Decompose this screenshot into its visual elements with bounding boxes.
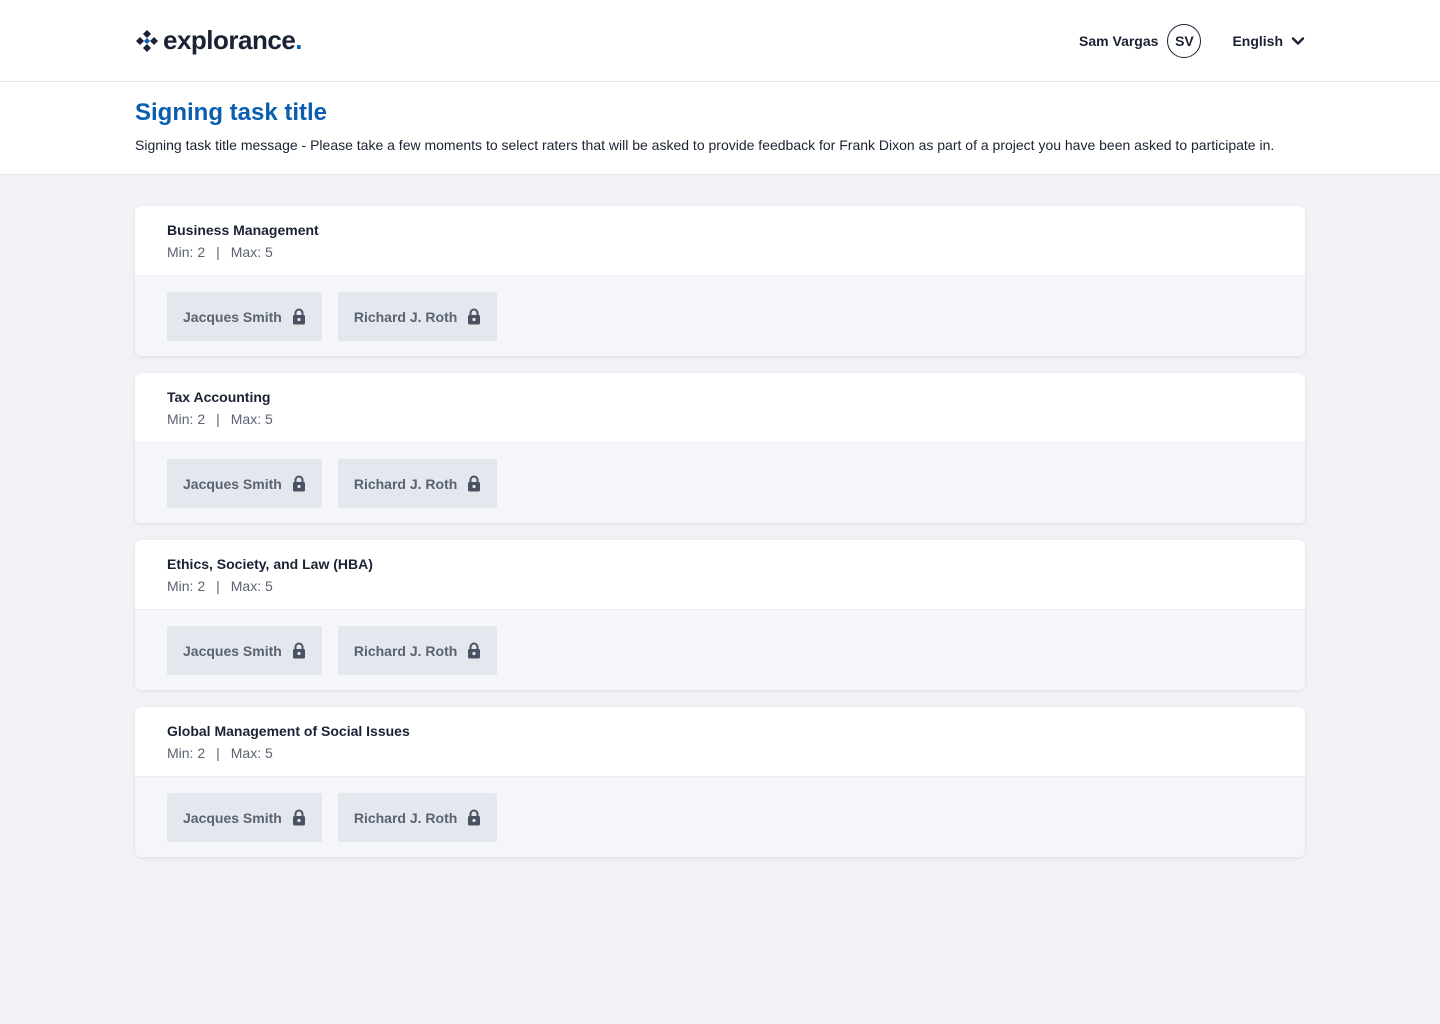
min-count: Min: 2 [167, 244, 206, 260]
rater-group-card: Global Management of Social Issues Min: … [135, 707, 1305, 857]
rater-group-card: Ethics, Society, and Law (HBA) Min: 2 | … [135, 540, 1305, 690]
limit-separator: | [216, 411, 220, 427]
rater-name: Jacques Smith [183, 642, 282, 659]
max-count: Max: 5 [230, 578, 273, 594]
avatar[interactable]: SV [1167, 23, 1202, 58]
rater-chip[interactable]: Jacques Smith [167, 626, 322, 675]
group-limits: Min: 2 | Max: 5 [167, 578, 1273, 594]
card-header: Business Management Min: 2 | Max: 5 [135, 206, 1305, 275]
rater-chip[interactable]: Richard J. Roth [337, 459, 498, 508]
lock-icon [468, 809, 481, 826]
limit-separator: | [216, 244, 220, 260]
limit-separator: | [216, 745, 220, 761]
max-count: Max: 5 [230, 244, 273, 260]
language-label: English [1232, 32, 1283, 49]
rater-list: Jacques Smith Richard J. Roth [135, 776, 1305, 857]
rater-name: Jacques Smith [183, 809, 282, 826]
explorance-logo[interactable]: explorance. [135, 25, 303, 56]
limit-separator: | [216, 578, 220, 594]
max-count: Max: 5 [230, 745, 273, 761]
language-selector[interactable]: English [1232, 33, 1305, 49]
rater-name: Richard J. Roth [353, 308, 458, 325]
card-header: Ethics, Society, and Law (HBA) Min: 2 | … [135, 540, 1305, 609]
rater-list: Jacques Smith Richard J. Roth [135, 609, 1305, 690]
lock-icon [468, 308, 481, 325]
header-right: Sam Vargas SV English [1079, 23, 1305, 58]
group-title: Global Management of Social Issues [167, 723, 410, 739]
group-title: Ethics, Society, and Law (HBA) [167, 556, 373, 572]
max-count: Max: 5 [230, 411, 273, 427]
rater-group-card: Tax Accounting Min: 2 | Max: 5 Jacques S… [135, 373, 1305, 523]
rater-groups: Business Management Min: 2 | Max: 5 Jacq… [0, 175, 1440, 857]
min-count: Min: 2 [167, 578, 206, 594]
card-header: Global Management of Social Issues Min: … [135, 707, 1305, 776]
rater-chip[interactable]: Jacques Smith [167, 292, 322, 341]
rater-name: Richard J. Roth [353, 642, 458, 659]
page-message: Signing task title message - Please take… [135, 137, 1275, 153]
lock-icon [468, 642, 481, 659]
chevron-down-icon [1291, 36, 1305, 45]
rater-chip[interactable]: Richard J. Roth [337, 292, 498, 341]
lock-icon [292, 809, 305, 826]
rater-list: Jacques Smith Richard J. Roth [135, 275, 1305, 356]
rater-name: Jacques Smith [183, 475, 282, 492]
user-name[interactable]: Sam Vargas [1079, 33, 1158, 49]
page-header: Signing task title Signing task title me… [0, 82, 1440, 175]
logo-mark-icon [136, 29, 158, 52]
min-count: Min: 2 [167, 745, 206, 761]
lock-icon [292, 642, 305, 659]
group-limits: Min: 2 | Max: 5 [167, 745, 1273, 761]
group-title: Tax Accounting [167, 389, 271, 405]
page-title: Signing task title [135, 99, 328, 126]
group-title: Business Management [167, 222, 319, 238]
logo-text: explorance. [163, 25, 303, 55]
top-bar: explorance. Sam Vargas SV English [0, 0, 1440, 82]
rater-name: Richard J. Roth [353, 475, 458, 492]
card-header: Tax Accounting Min: 2 | Max: 5 [135, 373, 1305, 442]
rater-chip[interactable]: Richard J. Roth [337, 793, 498, 842]
group-limits: Min: 2 | Max: 5 [167, 411, 1273, 427]
rater-name: Richard J. Roth [353, 809, 458, 826]
rater-group-card: Business Management Min: 2 | Max: 5 Jacq… [135, 206, 1305, 356]
min-count: Min: 2 [167, 411, 206, 427]
lock-icon [292, 308, 305, 325]
rater-chip[interactable]: Richard J. Roth [337, 626, 498, 675]
lock-icon [292, 475, 305, 492]
rater-list: Jacques Smith Richard J. Roth [135, 442, 1305, 523]
rater-name: Jacques Smith [183, 308, 282, 325]
rater-chip[interactable]: Jacques Smith [167, 793, 322, 842]
group-limits: Min: 2 | Max: 5 [167, 244, 1273, 260]
rater-chip[interactable]: Jacques Smith [167, 459, 322, 508]
lock-icon [468, 475, 481, 492]
